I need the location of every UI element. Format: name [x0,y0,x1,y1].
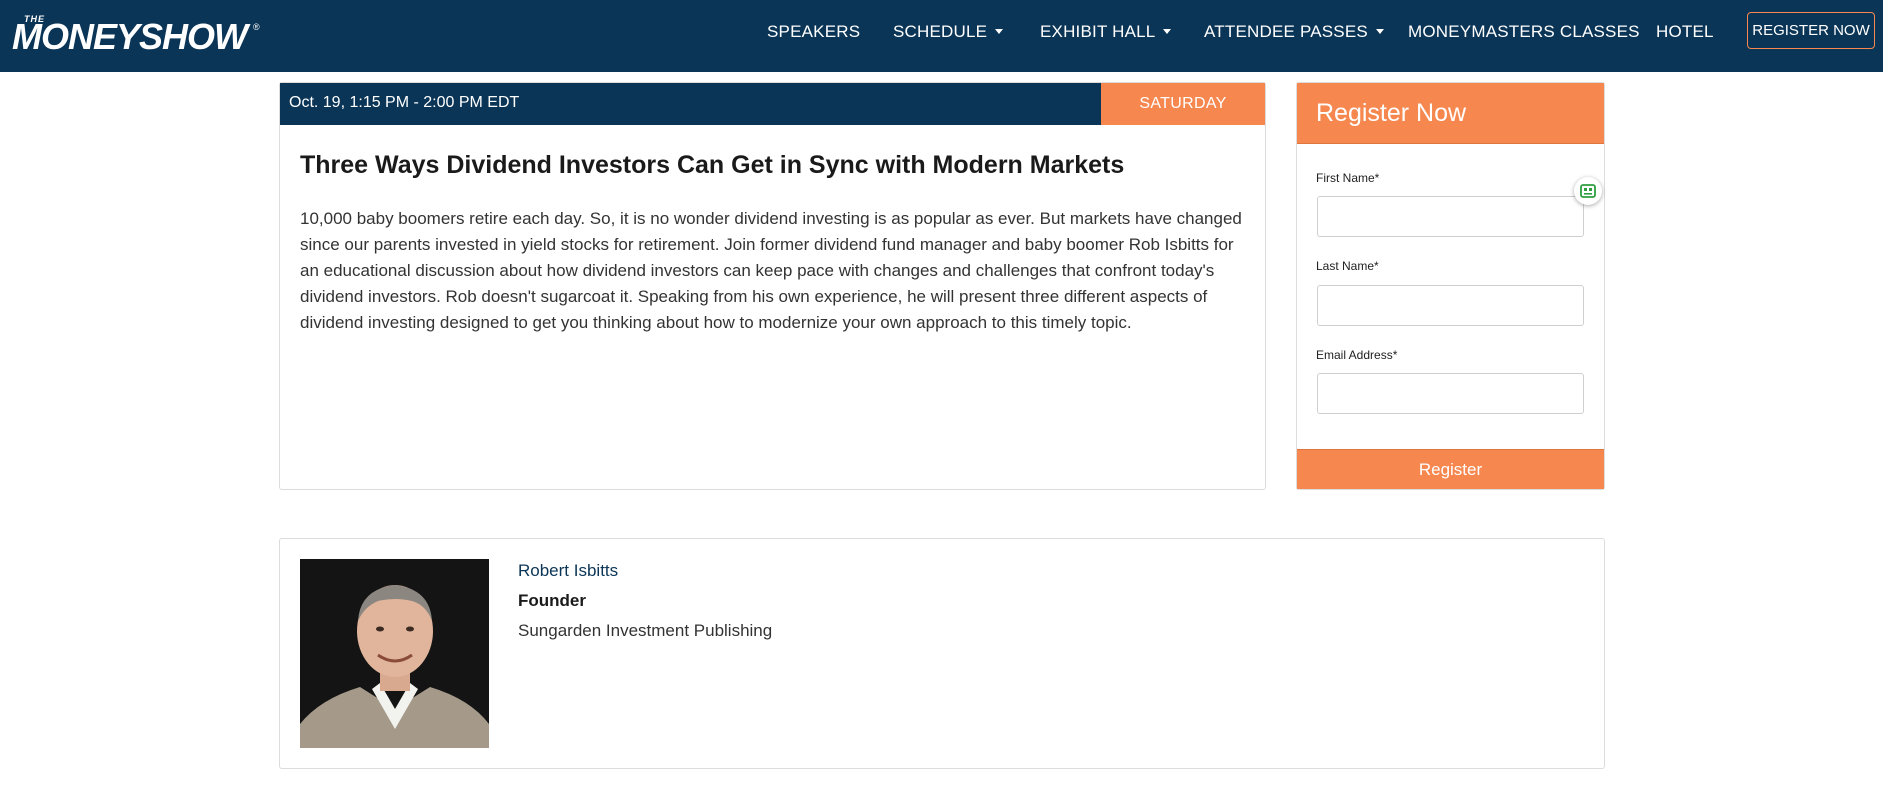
register-form-title: Register Now [1316,99,1467,127]
register-form-card: Register Now First Name* Last Name* Emai… [1296,82,1605,490]
first-name-label: First Name* [1316,171,1380,185]
speaker-card: Robert Isbitts Founder Sungarden Investm… [279,538,1605,769]
nav-attendee-passes[interactable]: ATTENDEE PASSES [1204,22,1384,42]
logo-registered-mark: ® [253,22,260,32]
last-name-label: Last Name* [1316,259,1379,273]
nav-attendee-passes-label: ATTENDEE PASSES [1204,22,1368,41]
session-card: Oct. 19, 1:15 PM - 2:00 PM EDT SATURDAY … [279,82,1266,490]
contact-card-icon[interactable] [1574,177,1602,205]
nav-speakers-label: SPEAKERS [767,22,861,41]
email-field[interactable] [1317,373,1584,414]
session-header: Oct. 19, 1:15 PM - 2:00 PM EDT SATURDAY [280,83,1265,125]
speaker-company: Sungarden Investment Publishing [518,621,773,640]
session-day-badge: SATURDAY [1101,83,1265,125]
register-form-header: Register Now [1297,83,1604,144]
nav-hotel[interactable]: HOTEL [1656,22,1714,42]
register-submit-button[interactable]: Register [1297,449,1604,489]
speaker-role: Founder [518,591,586,610]
nav-schedule[interactable]: SCHEDULE [893,22,1004,42]
chevron-down-icon [1375,29,1384,34]
nav-moneymasters-classes-label: MONEYMASTERS CLASSES [1408,22,1640,41]
session-description: 10,000 baby boomers retire each day. So,… [300,209,1242,332]
email-label: Email Address* [1316,348,1398,362]
speaker-name-link[interactable]: Robert Isbitts [518,561,618,581]
nav-register-now-button[interactable]: REGISTER NOW [1747,12,1875,49]
nav-schedule-label: SCHEDULE [893,22,988,41]
chevron-down-icon [995,29,1004,34]
nav-exhibit-hall[interactable]: EXHIBIT HALL [1040,22,1172,42]
top-navbar: THE MONEYSHOW ® SPEAKERS SCHEDULE EXHIBI… [0,0,1883,72]
session-time: Oct. 19, 1:15 PM - 2:00 PM EDT [289,94,520,111]
first-name-field[interactable] [1317,196,1584,237]
nav-speakers[interactable]: SPEAKERS [767,22,860,42]
nav-moneymasters-classes[interactable]: MONEYMASTERS CLASSES [1408,22,1640,42]
moneyshow-logo[interactable]: THE MONEYSHOW ® [12,14,262,58]
chevron-down-icon [1163,29,1172,34]
last-name-field[interactable] [1317,285,1584,326]
logo-text: MONEYSHOW [12,16,248,57]
nav-exhibit-hall-label: EXHIBIT HALL [1040,22,1156,41]
nav-hotel-label: HOTEL [1656,22,1714,41]
session-title: Three Ways Dividend Investors Can Get in… [300,151,1125,179]
speaker-photo[interactable] [300,559,489,748]
